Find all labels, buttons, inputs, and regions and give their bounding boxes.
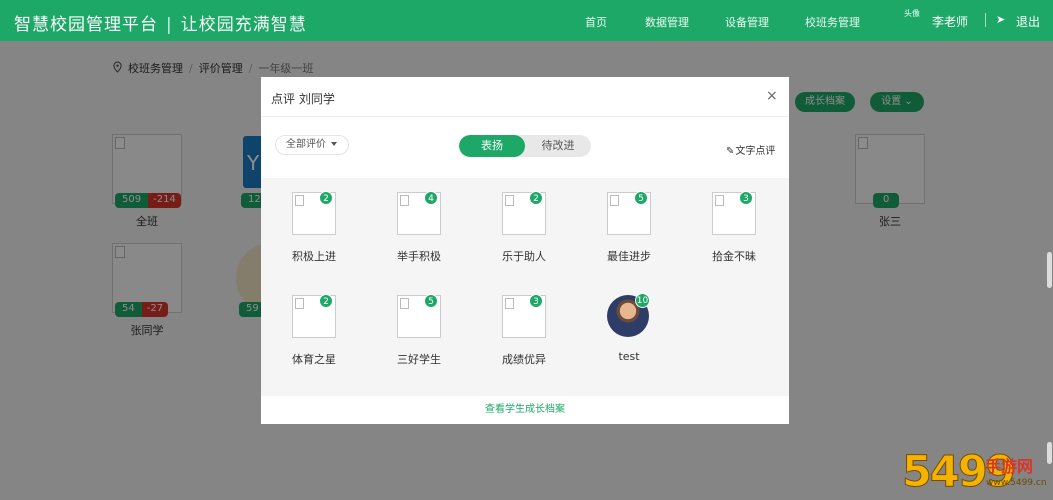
broken-image-icon: [400, 298, 409, 309]
watermark-text: 手游网: [985, 457, 1034, 476]
count-badge: 5: [424, 294, 438, 308]
broken-image-icon: [295, 298, 304, 309]
nav-device-management[interactable]: 设备管理: [725, 14, 769, 30]
logout-button[interactable]: 退出: [1016, 13, 1040, 30]
review-item-label: test: [618, 350, 640, 363]
brand: 智慧校园管理平台 | 让校园充满智慧: [14, 10, 307, 35]
nav-home[interactable]: 首页: [585, 14, 607, 30]
brand-slogan: 让校园充满智慧: [180, 15, 307, 35]
broken-image-icon: [715, 195, 724, 206]
review-type-toggle: 表扬 待改进: [459, 135, 591, 157]
count-badge: 2: [319, 294, 333, 308]
modal-divider: [261, 116, 789, 117]
count-badge: 2: [319, 191, 333, 205]
count-badge: 5: [634, 191, 648, 205]
broken-image-icon: [295, 195, 304, 206]
count-badge: 10: [635, 293, 650, 308]
review-item-label: 积极上进: [292, 250, 336, 263]
broken-image-icon: [610, 195, 619, 206]
review-item-label: 拾金不昧: [712, 250, 756, 263]
page-scrollbar[interactable]: [1047, 252, 1052, 288]
review-item-label: 三好学生: [397, 353, 441, 366]
text-review-button[interactable]: ✎文字点评: [726, 142, 775, 157]
user-name[interactable]: 李老师: [932, 13, 968, 30]
review-item-label: 举手积极: [397, 250, 441, 263]
broken-image-icon: [400, 195, 409, 206]
count-badge: 4: [424, 191, 438, 205]
nav-school-class-affairs[interactable]: 校班务管理: [805, 14, 860, 30]
close-icon[interactable]: ×: [766, 88, 778, 104]
review-items-grid: 2 积极上进 4 举手积极 2 乐于助人 5 最佳进步 3 拾金不昧 2 体育之星 5 三好学…: [261, 178, 789, 396]
brand-name: 智慧校园管理平台: [14, 15, 158, 35]
user-avatar[interactable]: 头像: [904, 9, 926, 33]
brand-separator: |: [166, 15, 173, 35]
modal-title: 点评 刘同学: [271, 92, 335, 106]
tab-improve[interactable]: 待改进: [525, 135, 591, 157]
count-badge: 3: [739, 191, 753, 205]
watermark-url: www.5499.cn: [986, 478, 1047, 488]
caret-down-icon: [331, 142, 337, 146]
site-watermark: 5499 手游网 www.5499.cn: [900, 447, 1050, 499]
count-badge: 2: [529, 191, 543, 205]
review-modal: 点评 刘同学 × 全部评价 表扬 待改进 ✎文字点评 2 积极上进 4 举手积极 2…: [261, 77, 789, 424]
view-growth-file-link[interactable]: 查看学生成长档案: [261, 396, 789, 424]
review-item-label: 体育之星: [292, 353, 336, 366]
count-badge: 3: [529, 294, 543, 308]
review-filter-dropdown[interactable]: 全部评价: [275, 135, 349, 155]
filter-label: 全部评价: [286, 139, 326, 150]
broken-image-icon: [505, 298, 514, 309]
pencil-icon: ✎: [726, 146, 735, 157]
broken-image-icon: [505, 195, 514, 206]
review-item-label: 乐于助人: [502, 250, 546, 263]
review-item-label: 成绩优异: [502, 353, 546, 366]
review-item-label: 最佳进步: [607, 250, 651, 263]
nav-data-management[interactable]: 数据管理: [645, 14, 689, 30]
text-review-label: 文字点评: [735, 146, 776, 157]
top-header: 智慧校园管理平台 | 让校园充满智慧 首页 数据管理 设备管理 校班务管理 头像 李…: [0, 0, 1053, 41]
header-divider: [985, 13, 986, 27]
send-icon: ➤: [996, 13, 1006, 26]
tab-praise[interactable]: 表扬: [459, 135, 525, 157]
